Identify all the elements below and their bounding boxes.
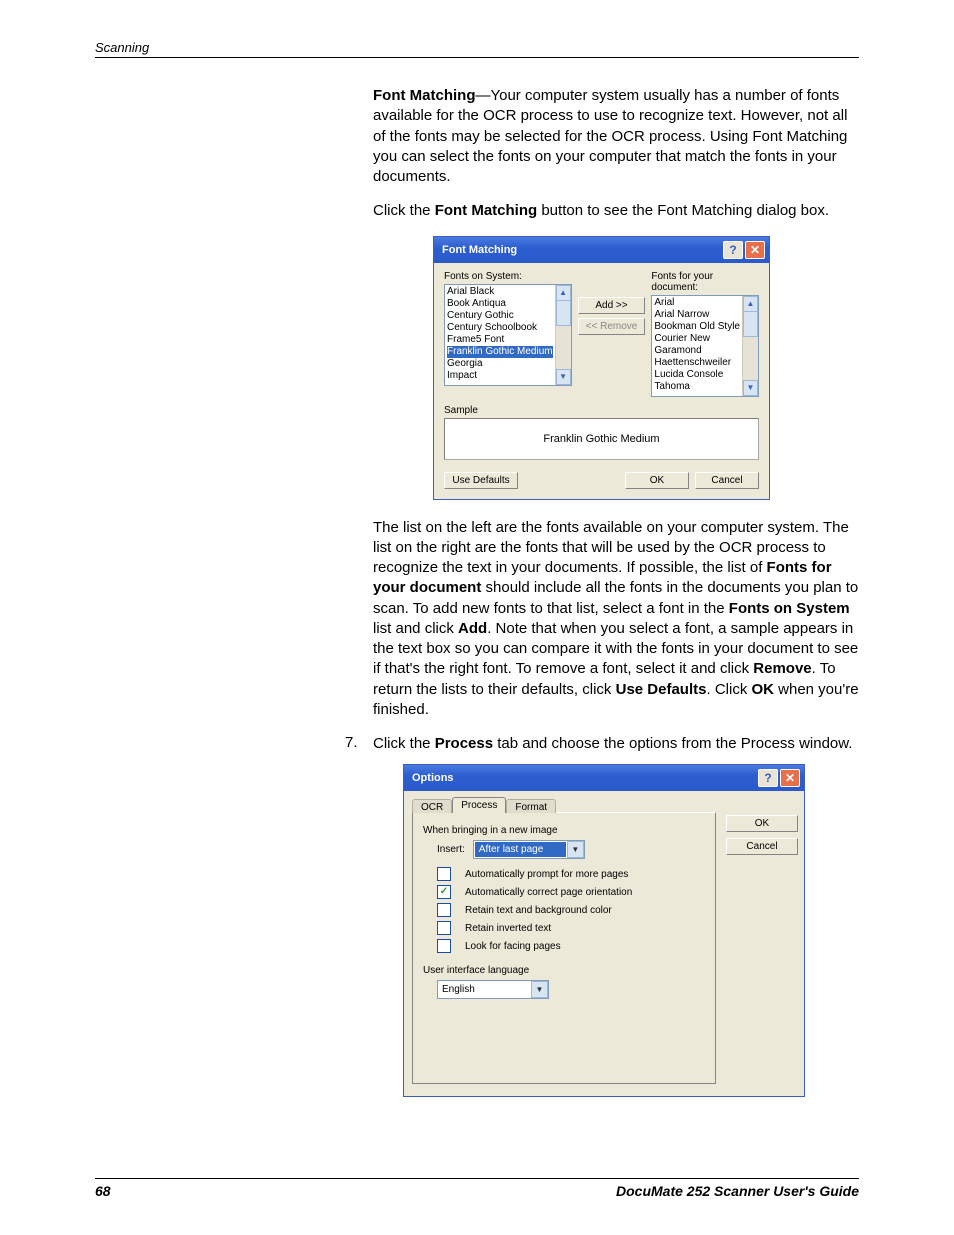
text: Click the	[373, 202, 435, 219]
checkbox[interactable]	[437, 939, 451, 953]
list-item[interactable]: Arial Narrow	[654, 309, 740, 321]
scroll-thumb[interactable]	[556, 301, 571, 326]
scroll-up-icon[interactable]: ▲	[556, 285, 571, 301]
scroll-thumb[interactable]	[743, 312, 758, 337]
checkbox-label: Automatically correct page orientation	[465, 887, 632, 898]
dialog-title: Font Matching	[442, 244, 517, 256]
list-item[interactable]: Garamond	[654, 345, 740, 357]
list-item[interactable]: Impact	[447, 370, 553, 382]
bold-text: Process	[435, 735, 493, 752]
text: tab and choose the options from the Proc…	[493, 735, 852, 752]
checkbox-label: Automatically prompt for more pages	[465, 869, 628, 880]
chevron-down-icon[interactable]: ▼	[531, 981, 548, 998]
checkbox-label: Look for facing pages	[465, 941, 561, 952]
list-item[interactable]: Lucida Console	[654, 369, 740, 381]
list-item[interactable]: Frame5 Font	[447, 334, 553, 346]
bold-text: Add	[458, 620, 487, 637]
ok-button[interactable]: OK	[726, 815, 798, 832]
help-icon[interactable]: ?	[723, 241, 743, 259]
dialog-title: Options	[412, 772, 454, 784]
bold-text: Font Matching	[435, 202, 537, 219]
tab-ocr[interactable]: OCR	[412, 799, 452, 813]
scrollbar[interactable]: ▲ ▼	[742, 296, 758, 396]
list-item[interactable]: Haettenschweiler	[654, 357, 740, 369]
bold-text: OK	[751, 681, 774, 698]
bold-text: Use Defaults	[616, 681, 707, 698]
insert-label: Insert:	[437, 844, 465, 855]
sample-label: Sample	[444, 405, 759, 416]
paragraph-lists-explanation: The list on the left are the fonts avail…	[373, 518, 859, 721]
checkbox[interactable]	[437, 885, 451, 899]
book-title: DocuMate 252 Scanner User's Guide	[616, 1183, 859, 1199]
page-footer: 68 DocuMate 252 Scanner User's Guide	[95, 1178, 859, 1199]
dropdown-value: English	[438, 982, 531, 997]
step-7: 7. Click the Process tab and choose the …	[345, 734, 859, 754]
tab-format[interactable]: Format	[506, 799, 556, 813]
page-number: 68	[95, 1183, 111, 1199]
titlebar: Options ? ✕	[404, 765, 804, 791]
scroll-up-icon[interactable]: ▲	[743, 296, 758, 312]
close-icon[interactable]: ✕	[745, 241, 765, 259]
options-dialog: Options ? ✕ OCR Process Format When brin…	[403, 764, 805, 1097]
insert-dropdown[interactable]: After last page ▼	[473, 840, 585, 859]
cancel-button[interactable]: Cancel	[695, 472, 759, 489]
paragraph-font-matching: Font Matching—Your computer system usual…	[373, 86, 859, 187]
section-label: When bringing in a new image	[423, 825, 705, 836]
paragraph-click-font-matching: Click the Font Matching button to see th…	[373, 201, 859, 221]
list-item[interactable]: Bookman Old Style	[654, 321, 740, 333]
scroll-down-icon[interactable]: ▼	[556, 369, 571, 385]
cancel-button[interactable]: Cancel	[726, 838, 798, 855]
ok-button[interactable]: OK	[625, 472, 689, 489]
fonts-on-system-listbox[interactable]: Arial Black Book Antiqua Century Gothic …	[444, 284, 572, 386]
bold-text: Remove	[753, 660, 811, 677]
fonts-on-system-label: Fonts on System:	[444, 271, 572, 282]
list-item[interactable]: Tahoma	[654, 381, 740, 393]
text: . Click	[706, 681, 751, 698]
list-item[interactable]: Century Schoolbook	[447, 322, 553, 334]
sample-box: Franklin Gothic Medium	[444, 418, 759, 460]
list-item[interactable]: Courier New	[654, 333, 740, 345]
scroll-down-icon[interactable]: ▼	[743, 380, 758, 396]
fonts-for-document-listbox[interactable]: Arial Arial Narrow Bookman Old Style Cou…	[651, 295, 759, 397]
font-matching-dialog: Font Matching ? ✕ Fonts on System: Arial…	[433, 236, 770, 500]
bold-text: Fonts on System	[729, 600, 850, 617]
fonts-for-document-label: Fonts for your document:	[651, 271, 759, 293]
page-header: Scanning	[95, 40, 859, 58]
text: list and click	[373, 620, 458, 637]
tab-pane-process: When bringing in a new image Insert: Aft…	[412, 812, 716, 1084]
dropdown-value: After last page	[475, 842, 566, 857]
list-item[interactable]: Book Antiqua	[447, 298, 553, 310]
checkbox[interactable]	[437, 921, 451, 935]
list-item[interactable]: Arial	[654, 297, 740, 309]
language-dropdown[interactable]: English ▼	[437, 980, 549, 999]
checkbox[interactable]	[437, 903, 451, 917]
tab-process[interactable]: Process	[452, 797, 506, 813]
titlebar: Font Matching ? ✕	[434, 237, 769, 263]
checkbox[interactable]	[437, 867, 451, 881]
list-item[interactable]: Century Gothic	[447, 310, 553, 322]
list-item[interactable]: Arial Black	[447, 286, 553, 298]
help-icon[interactable]: ?	[758, 769, 778, 787]
chevron-down-icon[interactable]: ▼	[567, 841, 584, 858]
bold-font-matching: Font Matching	[373, 87, 475, 104]
add-button[interactable]: Add >>	[578, 297, 646, 314]
checkbox-label: Retain text and background color	[465, 905, 612, 916]
step-number: 7.	[345, 734, 373, 754]
close-icon[interactable]: ✕	[780, 769, 800, 787]
remove-button[interactable]: << Remove	[578, 318, 646, 335]
scrollbar[interactable]: ▲ ▼	[555, 285, 571, 385]
text: Click the	[373, 735, 435, 752]
list-item[interactable]: Georgia	[447, 358, 553, 370]
language-label: User interface language	[423, 965, 705, 976]
use-defaults-button[interactable]: Use Defaults	[444, 472, 518, 489]
text: button to see the Font Matching dialog b…	[537, 202, 829, 219]
list-item-selected[interactable]: Franklin Gothic Medium	[447, 346, 553, 358]
checkbox-label: Retain inverted text	[465, 923, 551, 934]
